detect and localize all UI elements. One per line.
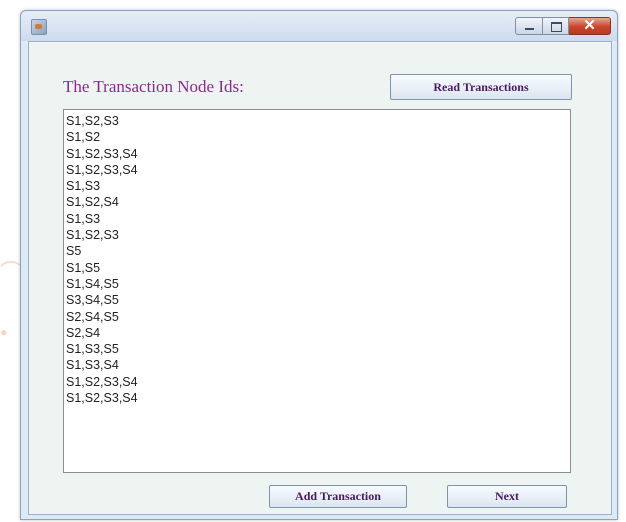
title-bar[interactable]: ✕ (21, 11, 617, 41)
transaction-list-item[interactable]: S1,S5 (66, 260, 570, 276)
maximize-icon (551, 22, 562, 32)
transaction-list-item[interactable]: S1,S2,S3,S4 (66, 374, 570, 390)
transaction-list-item[interactable]: S1,S2,S3 (66, 227, 570, 243)
transaction-list-item[interactable]: S1,S2,S3,S4 (66, 146, 570, 162)
transaction-list-item[interactable]: S1,S2,S3,S4 (66, 390, 570, 406)
watermark-glyph: ⌒ (0, 260, 23, 285)
transaction-list-item[interactable]: S3,S4,S5 (66, 292, 570, 308)
java-app-icon (31, 19, 47, 35)
transaction-list-item[interactable]: S2,S4,S5 (66, 309, 570, 325)
read-transactions-button[interactable]: Read Transactions (390, 74, 572, 100)
transaction-list-item[interactable]: S1,S2,S3 (66, 113, 570, 129)
close-button[interactable]: ✕ (569, 17, 611, 35)
add-transaction-button[interactable]: Add Transaction (269, 485, 407, 508)
transaction-list-item[interactable]: S1,S3,S4 (66, 357, 570, 373)
transaction-list-item[interactable]: S1,S3,S5 (66, 341, 570, 357)
transaction-list-item[interactable]: S1,S4,S5 (66, 276, 570, 292)
transaction-ids-label: The Transaction Node Ids: (63, 77, 244, 96)
transaction-list-item[interactable]: S1,S2 (66, 129, 570, 145)
transaction-list-item[interactable]: S1,S2,S4 (66, 194, 570, 210)
transaction-list-item[interactable]: S1,S3 (66, 178, 570, 194)
transactions-list[interactable]: S1,S2,S3 S1,S2 S1,S2,S3,S4 S1,S2,S3,S4 S1,S3… (63, 109, 571, 473)
app-window: ✕ The Transaction Node Ids: Read Transac… (20, 10, 618, 520)
next-button[interactable]: Next (447, 485, 567, 508)
minimize-icon (525, 28, 534, 30)
transaction-list-item[interactable]: S1,S3 (66, 211, 570, 227)
watermark-glyph: • (0, 320, 8, 345)
content-panel: The Transaction Node Ids: Read Transacti… (28, 41, 612, 515)
maximize-button[interactable] (543, 17, 569, 35)
window-controls: ✕ (515, 17, 611, 35)
minimize-button[interactable] (515, 17, 543, 35)
transaction-list-item[interactable]: S1,S2,S3,S4 (66, 162, 570, 178)
transaction-list-item[interactable]: S2,S4 (66, 325, 570, 341)
close-icon: ✕ (583, 17, 596, 34)
transaction-list-item[interactable]: S5 (66, 243, 570, 259)
